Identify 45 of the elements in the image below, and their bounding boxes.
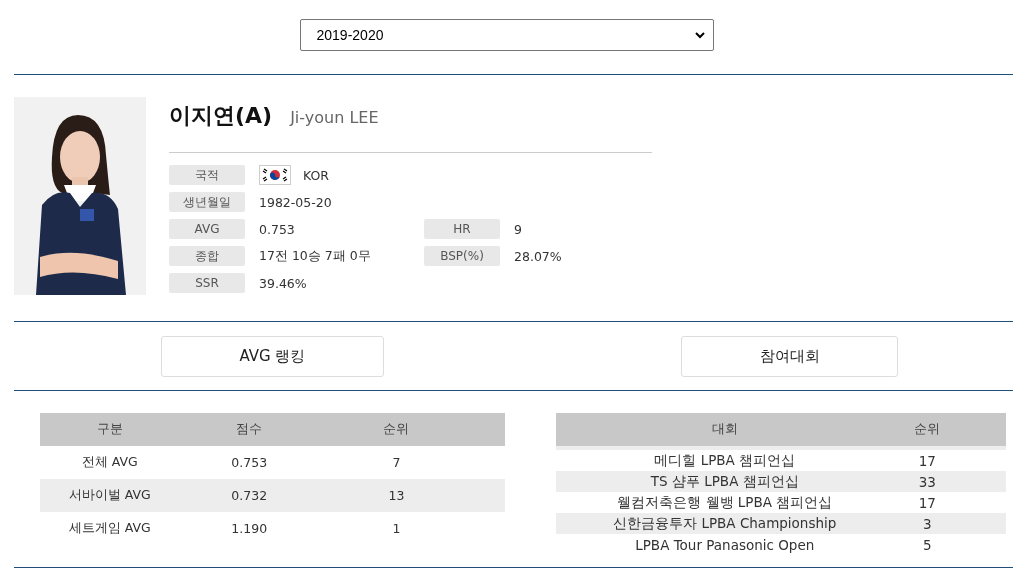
info-value: 28.07% bbox=[513, 248, 562, 264]
info-value: 0.753 bbox=[259, 221, 295, 237]
info-label: 생년월일 bbox=[169, 192, 245, 212]
player-name: 이지연(A) bbox=[169, 102, 273, 130]
info-label: HR bbox=[424, 219, 500, 239]
table-cell-text: 메디힐 LPBA 챔피언십 bbox=[653, 451, 797, 470]
table-cell-text: LPBA Tour Panasonic Open bbox=[634, 536, 816, 553]
info-value: 1982-05-20 bbox=[259, 194, 332, 210]
info-label: AVG bbox=[169, 219, 245, 239]
info-value: 9 bbox=[513, 221, 522, 237]
table-cell-text: TS 샴푸 LPBA 챔피언십 bbox=[649, 472, 800, 491]
table-cell-text: 0.732 bbox=[230, 488, 269, 503]
info-label: 종합 bbox=[169, 246, 245, 266]
column-header: 구분 bbox=[95, 421, 124, 438]
season-select[interactable]: 2019-2020 bbox=[299, 19, 714, 51]
table-cell-text: 웰컴저축은행 웰뱅 LPBA 챔피언십 bbox=[616, 493, 834, 512]
table-cell-text: 33 bbox=[917, 473, 937, 490]
column-header: 순위 bbox=[913, 421, 942, 438]
info-label: 국적 bbox=[169, 165, 245, 185]
tab-button[interactable]: AVG 랭킹 bbox=[161, 335, 384, 377]
chevron-down-icon bbox=[694, 31, 705, 39]
info-label: SSR bbox=[169, 273, 245, 293]
table-cell-text: 신한금융투자 LPBA Championship bbox=[612, 514, 838, 533]
flag-icon bbox=[259, 165, 291, 185]
column-header: 점수 bbox=[235, 421, 264, 438]
info-value: 17전 10승 7패 0무 bbox=[259, 247, 371, 265]
table-cell-text: 13 bbox=[387, 488, 406, 503]
column-header: 순위 bbox=[382, 421, 411, 438]
info-label: BSP(%) bbox=[424, 246, 500, 266]
table-cell-text: 1 bbox=[391, 521, 402, 536]
info-value: 39.46% bbox=[259, 275, 307, 291]
table-cell-text: 서바이벌 AVG bbox=[67, 487, 152, 504]
table-cell-text: 7 bbox=[391, 455, 402, 470]
table-cell-text: 17 bbox=[917, 494, 937, 511]
table-cell-text: 1.190 bbox=[230, 521, 269, 536]
player-name-english: Ji-youn LEE bbox=[290, 108, 379, 127]
table-cell-text: 5 bbox=[921, 536, 933, 553]
column-header: 대회 bbox=[710, 421, 739, 438]
table-cell-text: 0.753 bbox=[230, 455, 269, 470]
table-cell-text: 3 bbox=[921, 515, 933, 532]
tab-button[interactable]: 참여대회 bbox=[681, 335, 898, 377]
table-cell-text: 17 bbox=[917, 452, 937, 469]
table-cell-text: 세트게임 AVG bbox=[67, 520, 152, 537]
info-value: KOR bbox=[303, 167, 330, 183]
table-cell-text: 전체 AVG bbox=[80, 454, 139, 471]
